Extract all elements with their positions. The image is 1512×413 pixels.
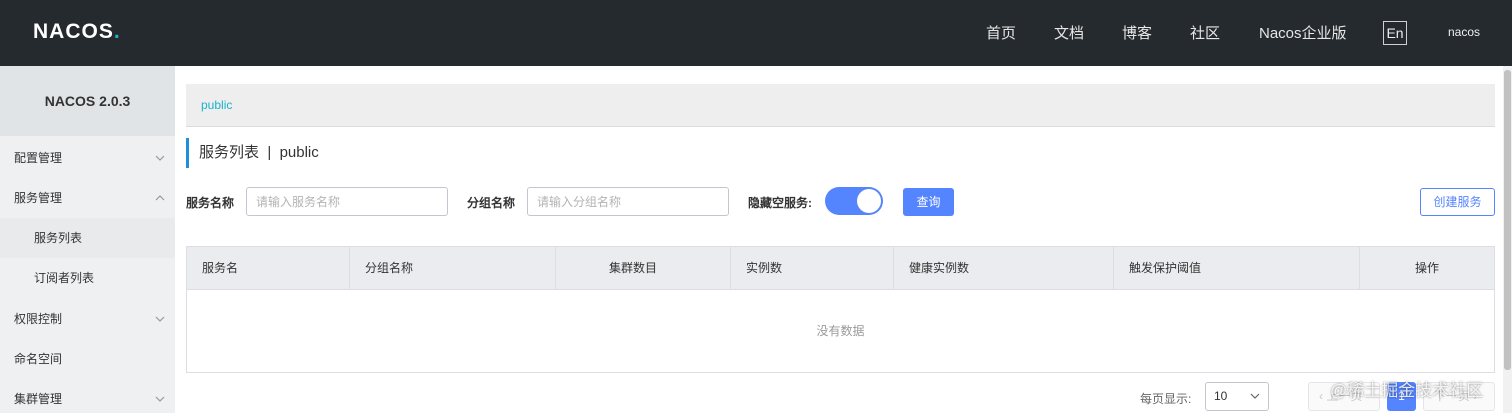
sidebar-item-label: 集群管理 xyxy=(14,392,63,406)
page-title: 服务列表 | public xyxy=(186,138,319,168)
top-navbar: NACOS. 首页 文档 博客 社区 Nacos企业版 En nacos xyxy=(0,0,1512,66)
service-name-input[interactable] xyxy=(246,187,448,216)
column-header-actions: 操作 xyxy=(1414,261,1439,275)
sidebar-item-access-control[interactable]: 权限控制 xyxy=(0,299,175,339)
nav-community[interactable]: 社区 xyxy=(1190,22,1220,43)
column-header-group-name: 分组名称 xyxy=(350,247,556,290)
watermark: @稀土掘金技术社区 xyxy=(1330,381,1484,400)
sidebar-item-service-management[interactable]: 服务管理 xyxy=(0,178,175,218)
hide-empty-services-label: 隐藏空服务: xyxy=(748,196,812,210)
sidebar-item-label: 服务列表 xyxy=(34,231,83,245)
scrollbar-thumb[interactable] xyxy=(1504,70,1511,370)
nacos-logo[interactable]: NACOS. xyxy=(33,20,121,44)
sidebar: NACOS 2.0.3 配置管理 服务管理 服务列表 订阅者列表 权限控制 命名… xyxy=(0,66,175,413)
service-name-label: 服务名称 xyxy=(186,196,235,210)
namespace-link-public[interactable]: public xyxy=(201,98,232,112)
nav-blog[interactable]: 博客 xyxy=(1122,22,1152,43)
sidebar-item-label: 命名空间 xyxy=(14,352,63,366)
column-header-protect-threshold: 触发保护阈值 xyxy=(1114,247,1360,290)
sidebar-item-label: 订阅者列表 xyxy=(34,271,95,285)
page-size-label: 每页显示: xyxy=(1140,392,1192,406)
sidebar-item-service-list[interactable]: 服务列表 xyxy=(0,218,175,258)
column-header-healthy-instance-count: 健康实例数 xyxy=(894,247,1114,290)
column-header-service-name: 服务名 xyxy=(187,247,350,290)
chevron-down-icon xyxy=(1250,393,1260,399)
sidebar-item-label: 配置管理 xyxy=(14,151,63,165)
nav-enterprise[interactable]: Nacos企业版 xyxy=(1259,22,1347,43)
service-table: 服务名 分组名称 集群数目 实例数 健康实例数 触发保护阈值 操作 没有数据 xyxy=(186,246,1495,373)
sidebar-item-namespace[interactable]: 命名空间 xyxy=(0,339,175,379)
create-service-button[interactable]: 创建服务 xyxy=(1420,188,1495,216)
chevron-up-icon xyxy=(155,195,165,201)
sidebar-item-label: 权限控制 xyxy=(14,312,63,326)
group-name-input[interactable] xyxy=(527,187,729,216)
page-size-select[interactable]: 10 xyxy=(1205,382,1269,411)
hide-empty-services-toggle[interactable] xyxy=(825,187,883,215)
toggle-knob xyxy=(857,189,881,213)
query-button[interactable]: 查询 xyxy=(903,188,954,216)
vertical-scrollbar[interactable] xyxy=(1503,66,1512,413)
sidebar-item-cluster-management[interactable]: 集群管理 xyxy=(0,379,175,413)
sidebar-version-title: NACOS 2.0.3 xyxy=(0,66,175,136)
table-empty-state: 没有数据 xyxy=(816,324,865,338)
language-toggle-button[interactable]: En xyxy=(1383,21,1407,45)
column-header-instance-count: 实例数 xyxy=(731,247,894,290)
page-size-value: 10 xyxy=(1214,389,1228,403)
nav-docs[interactable]: 文档 xyxy=(1054,22,1084,43)
chevron-down-icon xyxy=(155,155,165,161)
nav-home[interactable]: 首页 xyxy=(986,22,1016,43)
sidebar-item-config-management[interactable]: 配置管理 xyxy=(0,138,175,178)
user-menu[interactable]: nacos xyxy=(1448,25,1480,39)
group-name-label: 分组名称 xyxy=(467,196,516,210)
chevron-down-icon xyxy=(155,316,165,322)
sidebar-item-label: 服务管理 xyxy=(14,191,63,205)
namespace-breadcrumb: public xyxy=(186,84,1495,127)
chevron-down-icon xyxy=(155,396,165,402)
column-header-cluster-count: 集群数目 xyxy=(556,247,731,290)
sidebar-item-subscriber-list[interactable]: 订阅者列表 xyxy=(0,258,175,298)
table-header: 服务名 分组名称 集群数目 实例数 健康实例数 触发保护阈值 操作 xyxy=(187,247,1494,290)
